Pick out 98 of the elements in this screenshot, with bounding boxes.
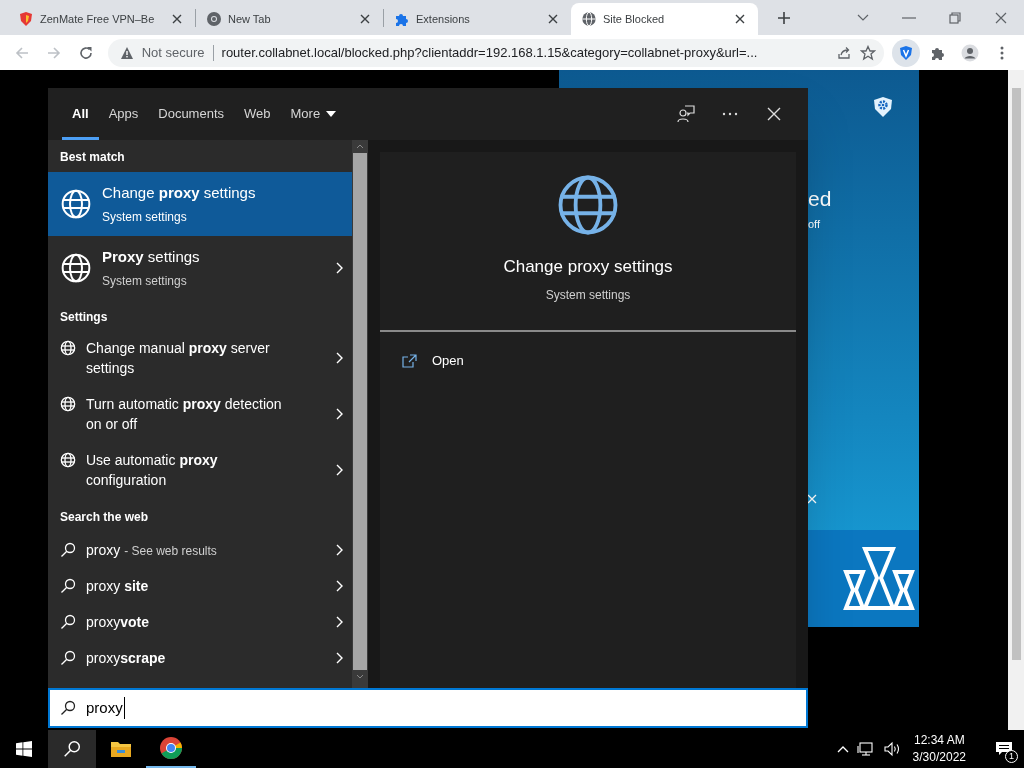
tab-title: New Tab <box>228 11 272 27</box>
tab-title: ZenMate Free VPN–Be <box>40 11 156 27</box>
search-icon <box>60 542 76 558</box>
globe-icon <box>581 11 597 27</box>
star-icon[interactable] <box>860 44 877 61</box>
chevron-up-icon <box>356 144 364 149</box>
security-label: Not secure <box>141 43 205 62</box>
open-icon <box>402 353 418 368</box>
result-subtitle: System settings <box>102 208 188 226</box>
search-icon <box>63 740 81 758</box>
close-icon <box>767 107 781 121</box>
close-icon <box>172 14 182 24</box>
result-item[interactable]: Change proxy settings System settings <box>48 172 352 236</box>
chevron-right-icon <box>335 579 344 593</box>
chevron-down-icon <box>356 674 364 679</box>
scrollbar[interactable] <box>1008 70 1024 730</box>
section-heading: Settings <box>59 309 109 326</box>
open-action[interactable]: Open <box>380 345 796 376</box>
chevron-right-icon <box>335 407 344 421</box>
tab-title: Extensions <box>416 11 471 27</box>
chevron-right-icon <box>335 463 344 477</box>
search-query: proxy <box>86 696 125 720</box>
list-scrollbar[interactable] <box>352 140 368 688</box>
close-icon <box>994 10 1008 25</box>
result-title: proxy - See web results <box>86 540 218 560</box>
chevron-right-icon <box>335 351 344 365</box>
share-icon[interactable] <box>836 44 853 61</box>
result-title: Proxy settings <box>102 247 201 268</box>
result-title: proxyscrape <box>86 648 167 668</box>
preview-subtitle: System settings <box>545 286 631 304</box>
globe-icon <box>60 452 76 468</box>
chevron-right-icon <box>335 651 344 665</box>
search-box[interactable]: proxy <box>48 688 808 728</box>
chevron-up-icon[interactable] <box>836 745 849 753</box>
notifications-button[interactable]: 1 <box>990 735 1018 763</box>
search-icon <box>60 650 76 666</box>
search-tab[interactable]: Apps <box>98 88 149 140</box>
close-icon <box>360 14 370 24</box>
folder-icon <box>110 740 132 758</box>
section-heading: Search the web <box>59 509 150 526</box>
network-icon[interactable] <box>856 741 875 757</box>
address-bar[interactable]: Not secure router.collabnet.local/blocked.php?clientaddr=192.168.1.15&category=collabnet-proxy&url=... <box>107 38 885 67</box>
section-heading: Best match <box>59 149 126 166</box>
search-icon <box>60 578 76 594</box>
result-subtitle: System settings <box>102 272 188 290</box>
person-feedback-icon <box>677 105 695 123</box>
search-tab[interactable]: More <box>280 88 347 140</box>
shield-icon <box>898 44 915 61</box>
forward-arrow-icon <box>45 44 62 61</box>
globe-icon <box>60 340 76 356</box>
puzzle-icon <box>394 11 410 27</box>
result-title: Change manual proxy server settings <box>86 339 271 378</box>
url-text: router.collabnet.local/blocked.php?clientaddr=192.168.1.15&category=collabnet-proxy&url=... <box>221 43 759 62</box>
banner-subtext: off <box>808 217 821 232</box>
shield-icon <box>18 11 34 27</box>
hourglass-logo <box>843 545 915 612</box>
banner-heading: ed <box>808 186 832 212</box>
result-title: proxyvote <box>86 612 151 632</box>
preview-title: Change proxy settings <box>503 256 673 278</box>
search-icon <box>60 614 76 630</box>
clock-button[interactable]: 12:34 AM 3/30/2022 <box>908 732 970 766</box>
search-tab[interactable]: Documents <box>148 88 234 140</box>
plus-icon <box>777 10 791 25</box>
reload-icon <box>77 44 94 61</box>
warning-icon <box>119 45 134 60</box>
person-icon <box>961 43 980 62</box>
caret-icon <box>326 111 337 117</box>
restore-icon <box>948 10 962 25</box>
chrome-icon <box>159 736 183 760</box>
result-title: Turn automatic proxy detection on or off <box>86 395 283 434</box>
more-vertical-icon <box>1000 44 1005 61</box>
result-title: proxy site <box>86 576 150 596</box>
browser-tab[interactable]: Site Blocked <box>571 3 758 35</box>
notification-badge: 1 <box>1005 750 1018 763</box>
tab-title: Site Blocked <box>603 11 666 27</box>
windows-icon <box>16 741 32 757</box>
globe-icon <box>60 188 92 220</box>
back-arrow-icon <box>13 44 30 61</box>
chrome-icon <box>206 11 222 27</box>
close-icon <box>548 14 558 24</box>
minimize-icon <box>902 16 916 19</box>
extension-button[interactable] <box>892 38 921 67</box>
message-icon <box>995 741 1013 757</box>
volume-icon[interactable] <box>882 741 901 757</box>
more-horizontal-icon <box>722 112 738 116</box>
search-tab[interactable]: Web <box>234 88 281 140</box>
globe-icon <box>60 396 76 412</box>
close-icon[interactable] <box>807 494 817 504</box>
globe-icon <box>60 252 92 284</box>
close-icon <box>735 14 745 24</box>
shield-gear-icon <box>873 96 893 118</box>
search-button[interactable] <box>48 730 96 768</box>
chevron-right-icon <box>335 543 344 557</box>
chevron-right-icon <box>335 615 344 629</box>
result-title: Change proxy settings <box>102 183 257 204</box>
result-title: Use automatic proxy configuration <box>86 451 219 490</box>
chevron-right-icon <box>335 261 344 275</box>
search-icon <box>60 700 76 716</box>
